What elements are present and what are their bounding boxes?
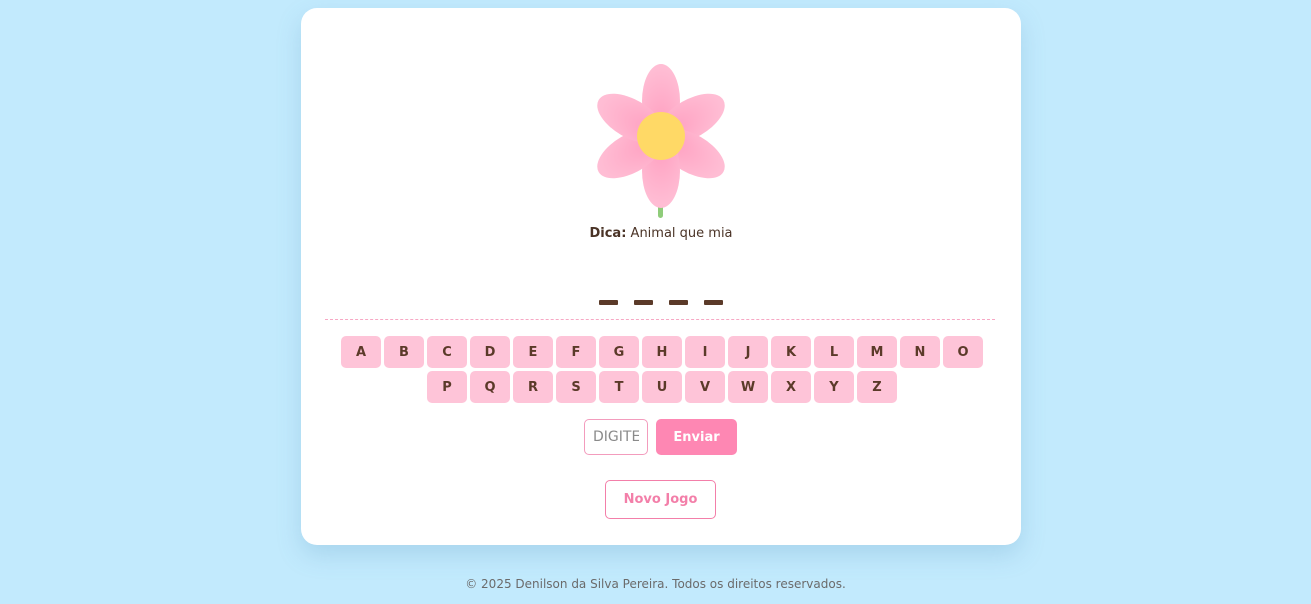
- letter-slot: [704, 300, 723, 305]
- key-w[interactable]: W: [728, 371, 768, 403]
- key-r[interactable]: R: [513, 371, 553, 403]
- hint-label: Dica:: [589, 226, 627, 241]
- key-j[interactable]: J: [728, 336, 768, 368]
- keyboard-row-2: PQRSTUVWXYZ: [338, 371, 986, 403]
- key-z[interactable]: Z: [857, 371, 897, 403]
- key-d[interactable]: D: [470, 336, 510, 368]
- key-h[interactable]: H: [642, 336, 682, 368]
- key-l[interactable]: L: [814, 336, 854, 368]
- hint-text: Animal que mia: [630, 226, 733, 241]
- guess-input[interactable]: [584, 419, 648, 455]
- key-p[interactable]: P: [427, 371, 467, 403]
- key-t[interactable]: T: [599, 371, 639, 403]
- key-b[interactable]: B: [384, 336, 424, 368]
- send-button[interactable]: Enviar: [656, 419, 737, 455]
- hint: Dica: Animal que mia: [301, 226, 1021, 241]
- letter-keyboard: ABCDEFGHIJKLMNO PQRSTUVWXYZ: [338, 336, 986, 406]
- key-x[interactable]: X: [771, 371, 811, 403]
- key-m[interactable]: M: [857, 336, 897, 368]
- key-f[interactable]: F: [556, 336, 596, 368]
- flower-icon: [597, 64, 725, 218]
- key-i[interactable]: I: [685, 336, 725, 368]
- key-y[interactable]: Y: [814, 371, 854, 403]
- keyboard-row-1: ABCDEFGHIJKLMNO: [338, 336, 986, 368]
- game-card: Dica: Animal que mia ABCDEFGHIJKLMNO PQR…: [301, 8, 1021, 545]
- key-c[interactable]: C: [427, 336, 467, 368]
- key-q[interactable]: Q: [470, 371, 510, 403]
- key-u[interactable]: U: [642, 371, 682, 403]
- key-e[interactable]: E: [513, 336, 553, 368]
- key-o[interactable]: O: [943, 336, 983, 368]
- key-s[interactable]: S: [556, 371, 596, 403]
- letter-slot: [634, 300, 653, 305]
- key-n[interactable]: N: [900, 336, 940, 368]
- guess-form: Enviar: [584, 419, 737, 455]
- divider: [325, 319, 995, 320]
- key-k[interactable]: K: [771, 336, 811, 368]
- letter-slot: [599, 300, 618, 305]
- word-display: [301, 284, 1021, 305]
- key-g[interactable]: G: [599, 336, 639, 368]
- footer: © 2025 Denilson da Silva Pereira. Todos …: [465, 577, 846, 591]
- key-v[interactable]: V: [685, 371, 725, 403]
- new-game-button[interactable]: Novo Jogo: [605, 480, 716, 519]
- key-a[interactable]: A: [341, 336, 381, 368]
- letter-slot: [669, 300, 688, 305]
